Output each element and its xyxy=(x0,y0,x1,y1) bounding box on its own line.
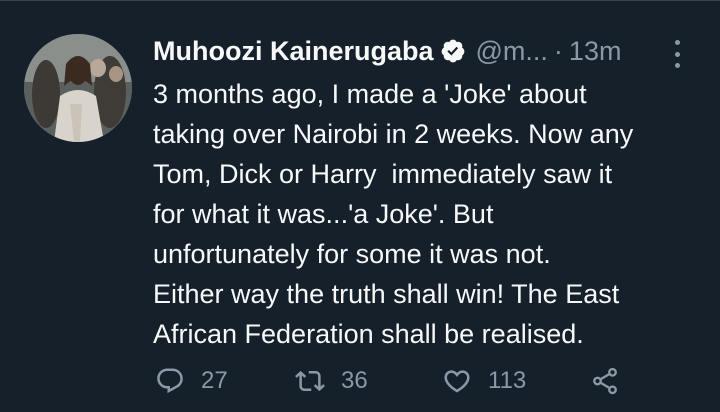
author-name[interactable]: Muhoozi Kainerugaba xyxy=(153,36,434,67)
avatar-image xyxy=(24,34,132,142)
retweet-button[interactable]: 36 xyxy=(295,366,442,396)
tweet-header: Muhoozi Kainerugaba @m... · 13m xyxy=(153,28,698,74)
separator-dot: · xyxy=(553,35,563,66)
share-button[interactable] xyxy=(590,366,620,396)
retweet-count: 36 xyxy=(341,367,368,394)
tweet-content: Muhoozi Kainerugaba @m... · 13m 3 months… xyxy=(153,28,698,354)
tweet-text-line: unfortunately for some it was not. xyxy=(153,239,551,269)
author-handle[interactable]: @m... xyxy=(476,36,548,67)
like-button[interactable]: 113 xyxy=(442,366,590,396)
reply-button[interactable]: 27 xyxy=(155,366,295,396)
like-count: 113 xyxy=(488,367,527,394)
tweet-timestamp[interactable]: 13m xyxy=(569,36,622,67)
tweet-actions: 27 36 113 xyxy=(155,366,620,396)
tweet-text-line: 3 months ago, I made a 'Joke' about xyxy=(153,79,587,109)
tweet-text-line: taking over Nairobi in 2 weeks. Now any xyxy=(153,119,634,149)
retweet-icon xyxy=(295,370,325,392)
more-options-icon[interactable] xyxy=(672,40,682,68)
tweet-text-line: for what it was...'a Joke'. But xyxy=(153,199,494,229)
avatar[interactable] xyxy=(24,34,132,142)
tweet-text-line: Either way the truth shall win! The East xyxy=(153,279,620,309)
heart-icon xyxy=(444,370,470,393)
tweet-text-line: African Federation shall be realised. xyxy=(153,319,584,349)
top-divider xyxy=(0,0,720,1)
reply-icon xyxy=(157,368,183,394)
tweet-text-line: Tom, Dick or Harry immediately saw it xyxy=(153,159,613,189)
verified-badge-icon xyxy=(440,38,466,64)
tweet-text: 3 months ago, I made a 'Joke' about taki… xyxy=(153,74,698,354)
reply-count: 27 xyxy=(201,367,228,394)
share-icon xyxy=(593,367,617,395)
